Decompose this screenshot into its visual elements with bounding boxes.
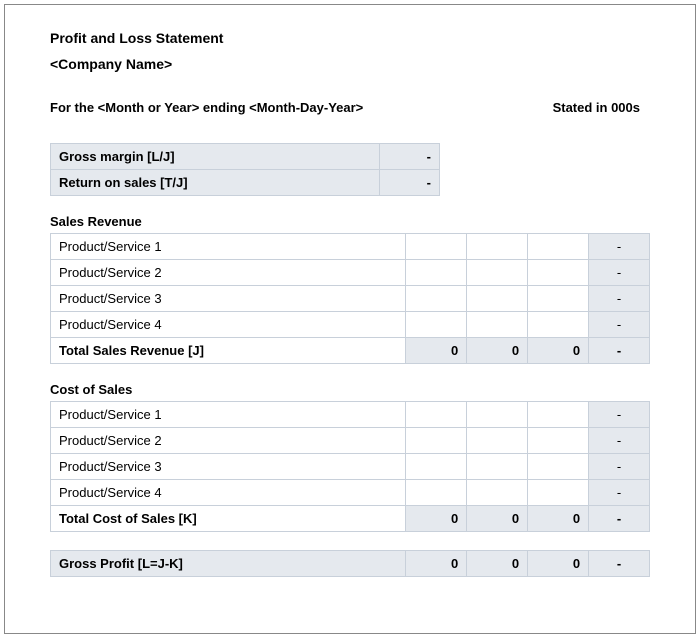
- row-label: Product/Service 1: [51, 234, 406, 260]
- table-row: Product/Service 2 -: [51, 428, 650, 454]
- row-col2: [467, 286, 528, 312]
- row-col2: [467, 312, 528, 338]
- gross-margin-label: Gross margin [L/J]: [51, 144, 380, 170]
- row-col1: [406, 234, 467, 260]
- gross-profit-last: -: [589, 551, 650, 577]
- row-col3: [528, 454, 589, 480]
- total-col3: 0: [528, 338, 589, 364]
- ratios-table: Gross margin [L/J] - Return on sales [T/…: [50, 143, 440, 196]
- row-col3: [528, 480, 589, 506]
- row-col2: [467, 454, 528, 480]
- row-col3: [528, 312, 589, 338]
- row-last: -: [589, 260, 650, 286]
- return-on-sales-row: Return on sales [T/J] -: [51, 170, 440, 196]
- row-label: Product/Service 2: [51, 428, 406, 454]
- row-last: -: [589, 234, 650, 260]
- table-row: Product/Service 2 -: [51, 260, 650, 286]
- row-last: -: [589, 480, 650, 506]
- table-row: Product/Service 4 -: [51, 480, 650, 506]
- row-last: -: [589, 312, 650, 338]
- row-col1: [406, 454, 467, 480]
- total-last: -: [589, 506, 650, 532]
- total-col2: 0: [467, 506, 528, 532]
- row-last: -: [589, 402, 650, 428]
- row-col1: [406, 286, 467, 312]
- period-text: For the <Month or Year> ending <Month-Da…: [50, 100, 363, 115]
- gross-profit-row: Gross Profit [L=J-K] 0 0 0 -: [51, 551, 650, 577]
- table-row: Product/Service 3 -: [51, 286, 650, 312]
- gross-margin-value: -: [380, 144, 440, 170]
- row-col2: [467, 428, 528, 454]
- total-col3: 0: [528, 506, 589, 532]
- gross-profit-table: Gross Profit [L=J-K] 0 0 0 -: [50, 550, 650, 577]
- period-row: For the <Month or Year> ending <Month-Da…: [50, 100, 650, 115]
- gross-margin-row: Gross margin [L/J] -: [51, 144, 440, 170]
- sales-heading: Sales Revenue: [50, 214, 650, 229]
- row-col1: [406, 260, 467, 286]
- row-col1: [406, 312, 467, 338]
- stated-in: Stated in 000s: [553, 100, 640, 115]
- return-on-sales-value: -: [380, 170, 440, 196]
- sales-total-row: Total Sales Revenue [J] 0 0 0 -: [51, 338, 650, 364]
- row-col2: [467, 402, 528, 428]
- gross-profit-label: Gross Profit [L=J-K]: [51, 551, 406, 577]
- total-col1: 0: [406, 338, 467, 364]
- cost-heading: Cost of Sales: [50, 382, 650, 397]
- row-col2: [467, 234, 528, 260]
- sales-table: Product/Service 1 - Product/Service 2 - …: [50, 233, 650, 364]
- row-col1: [406, 428, 467, 454]
- gross-profit-col2: 0: [467, 551, 528, 577]
- total-col2: 0: [467, 338, 528, 364]
- pnl-page: Profit and Loss Statement <Company Name>…: [4, 4, 696, 634]
- total-label: Total Cost of Sales [K]: [51, 506, 406, 532]
- row-col3: [528, 428, 589, 454]
- table-row: Product/Service 4 -: [51, 312, 650, 338]
- row-label: Product/Service 3: [51, 454, 406, 480]
- gross-profit-col1: 0: [406, 551, 467, 577]
- row-last: -: [589, 286, 650, 312]
- row-last: -: [589, 454, 650, 480]
- row-col1: [406, 480, 467, 506]
- table-row: Product/Service 1 -: [51, 234, 650, 260]
- return-on-sales-label: Return on sales [T/J]: [51, 170, 380, 196]
- total-label: Total Sales Revenue [J]: [51, 338, 406, 364]
- company-name: <Company Name>: [50, 56, 650, 72]
- row-col2: [467, 480, 528, 506]
- row-label: Product/Service 2: [51, 260, 406, 286]
- row-label: Product/Service 3: [51, 286, 406, 312]
- row-last: -: [589, 428, 650, 454]
- row-col3: [528, 260, 589, 286]
- page-title: Profit and Loss Statement: [50, 30, 650, 46]
- row-col3: [528, 286, 589, 312]
- table-row: Product/Service 3 -: [51, 454, 650, 480]
- row-col3: [528, 402, 589, 428]
- total-col1: 0: [406, 506, 467, 532]
- row-col3: [528, 234, 589, 260]
- row-col2: [467, 260, 528, 286]
- row-label: Product/Service 4: [51, 312, 406, 338]
- total-last: -: [589, 338, 650, 364]
- row-col1: [406, 402, 467, 428]
- cost-table: Product/Service 1 - Product/Service 2 - …: [50, 401, 650, 532]
- row-label: Product/Service 1: [51, 402, 406, 428]
- cost-total-row: Total Cost of Sales [K] 0 0 0 -: [51, 506, 650, 532]
- gross-profit-col3: 0: [528, 551, 589, 577]
- row-label: Product/Service 4: [51, 480, 406, 506]
- table-row: Product/Service 1 -: [51, 402, 650, 428]
